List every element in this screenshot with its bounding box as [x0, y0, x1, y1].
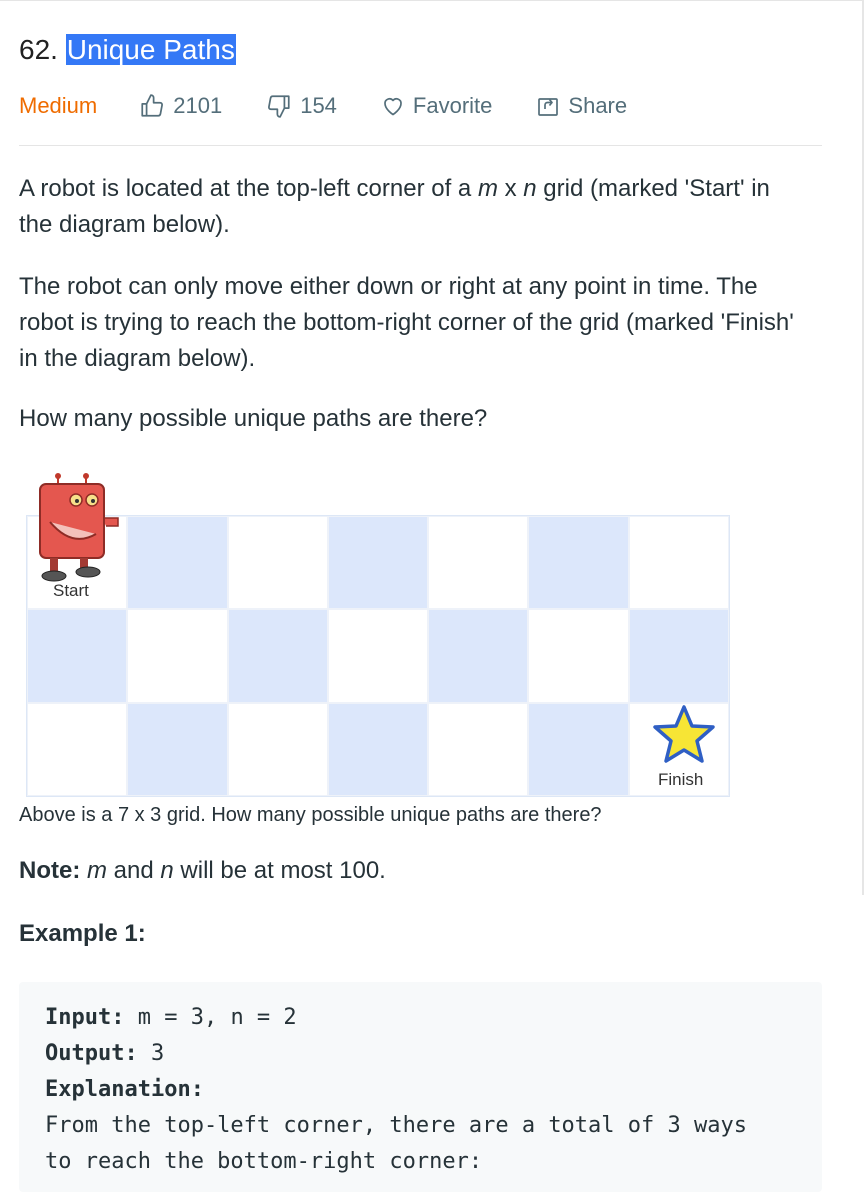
share-icon [538, 98, 559, 116]
description-paragraph-1: A robot is located at the top-left corne… [19, 171, 809, 243]
p1-text-x: x [497, 175, 524, 202]
favorite-button[interactable]: Favorite [381, 93, 492, 119]
note-var-n: n [160, 857, 174, 884]
share-button[interactable]: Share [536, 93, 627, 119]
problem-meta-bar: Medium 2101 154 Favorite Share [19, 88, 822, 124]
grid-cell [428, 516, 529, 610]
finish-star-icon [653, 705, 715, 763]
problem-number: 62. [19, 34, 58, 65]
start-label: Start [53, 581, 89, 600]
description-paragraph-3: How many possible unique paths are there… [19, 405, 488, 432]
var-n: n [523, 175, 537, 202]
problem-title-text[interactable]: Unique Paths [65, 34, 236, 65]
like-button[interactable]: 2101 [139, 93, 222, 119]
description-paragraph-2: The robot can only move either down or r… [19, 273, 794, 372]
like-count: 2101 [173, 93, 223, 118]
grid-cell [27, 609, 128, 703]
grid-cell [127, 516, 228, 610]
grid-cell [628, 516, 729, 610]
difficulty-badge: Medium [19, 93, 98, 118]
problem-description: 62. Unique Paths Medium 2101 154 Favorit… [19, 30, 822, 437]
input-label: Input: [45, 1005, 125, 1030]
input-value: m = 3, n = 2 [124, 1005, 297, 1030]
meta-divider [19, 145, 822, 146]
grid-cell [227, 609, 328, 703]
grid-cell [428, 609, 529, 703]
output-label: Output: [45, 1041, 138, 1066]
grid-cell [227, 516, 328, 610]
problem-title: 62. Unique Paths [19, 30, 822, 70]
finish-label: Finish [658, 770, 704, 789]
grid-cell [127, 702, 228, 796]
grid [26, 515, 730, 797]
dislike-count: 154 [300, 93, 337, 118]
share-label: Share [568, 93, 628, 118]
note-rest: will be at most 100. [173, 857, 386, 884]
grid-cell [327, 516, 429, 610]
output-value: 3 [137, 1041, 165, 1066]
grid-cell [27, 702, 128, 796]
grid-cell [528, 702, 629, 796]
thumbs-up-icon [141, 94, 164, 117]
explanation-line-2: to reach the bottom-right corner: [45, 1149, 483, 1174]
grid-cell [428, 702, 529, 796]
favorite-label: Favorite [412, 93, 493, 118]
p1-text-a: A robot is located at the top-left corne… [19, 175, 478, 202]
grid-cell [127, 609, 228, 703]
note: Note: m and n will be at most 100. [19, 857, 386, 885]
grid-cell [327, 609, 429, 703]
grid-cell [528, 609, 629, 703]
example-title: Example 1: [19, 920, 146, 947]
thumbs-down-icon [268, 95, 290, 118]
grid-cell [327, 702, 429, 796]
grid-cell [227, 702, 328, 796]
var-m: m [477, 175, 498, 202]
dislike-button[interactable]: 154 [266, 93, 337, 119]
robot-icon [39, 473, 119, 582]
note-var-m: m [87, 857, 107, 884]
note-and: and [107, 857, 161, 884]
heart-icon [384, 98, 402, 116]
grid-cell [628, 609, 729, 703]
grid-cell [528, 516, 629, 610]
explanation-label: Explanation: [45, 1077, 204, 1102]
grid-caption: Above is a 7 x 3 grid. How many possible… [19, 804, 602, 826]
explanation-line-1: From the top-left corner, there are a to… [45, 1113, 747, 1138]
top-border [0, 0, 864, 3]
example-code-block: Input: m = 3, n = 2 Output: 3 Explanatio… [19, 982, 822, 1192]
note-label: Note: [19, 857, 81, 884]
